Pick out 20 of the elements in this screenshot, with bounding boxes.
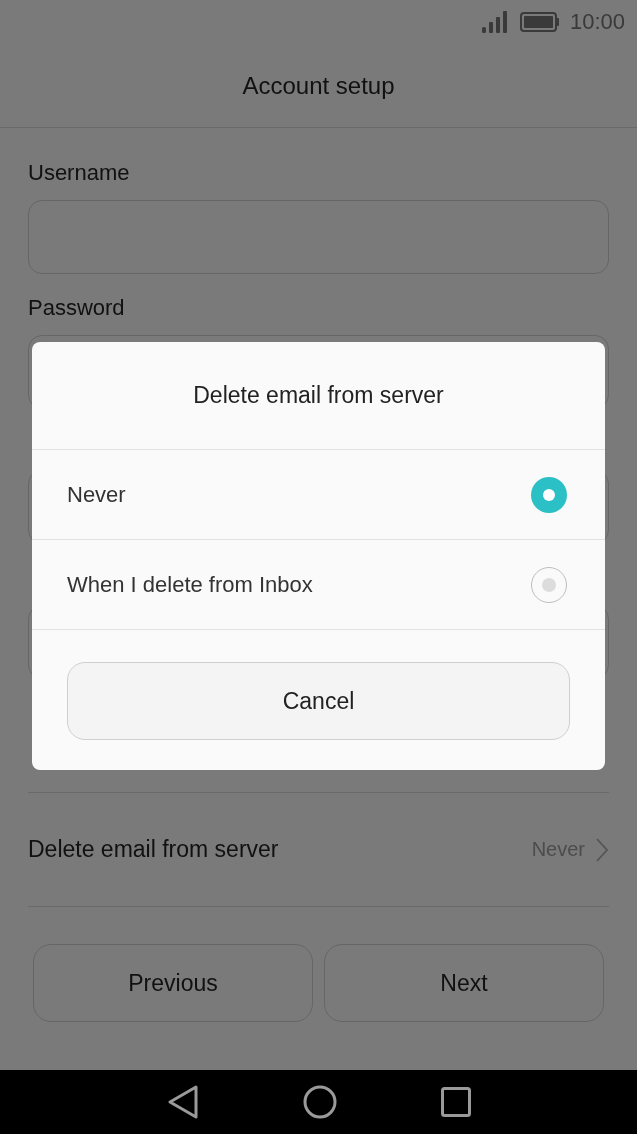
screen-title: Account setup [242, 71, 395, 100]
option-row[interactable]: Never [32, 450, 605, 540]
signal-icon [481, 11, 510, 33]
nav-button[interactable]: Next [324, 944, 604, 1022]
radio-button[interactable] [531, 476, 567, 513]
field-label: Password [28, 294, 126, 322]
option-row[interactable]: When I delete from Inbox [32, 540, 605, 630]
chevron-icon [595, 836, 609, 863]
back-icon[interactable] [166, 1085, 199, 1119]
home-icon[interactable] [302, 1085, 337, 1119]
option-label: Never [67, 481, 126, 508]
dialog-title: Delete email from server [193, 382, 444, 409]
status-time: 10:00 [569, 9, 625, 35]
nav-button[interactable]: Previous [33, 944, 313, 1022]
setting-label: Delete email from server [28, 836, 279, 863]
option-label: When I delete from Inbox [67, 571, 313, 598]
cancel-button[interactable]: Cancel [67, 662, 570, 740]
recents-icon[interactable] [440, 1087, 471, 1117]
battery-icon [519, 12, 560, 32]
field-label: Username [28, 159, 131, 187]
